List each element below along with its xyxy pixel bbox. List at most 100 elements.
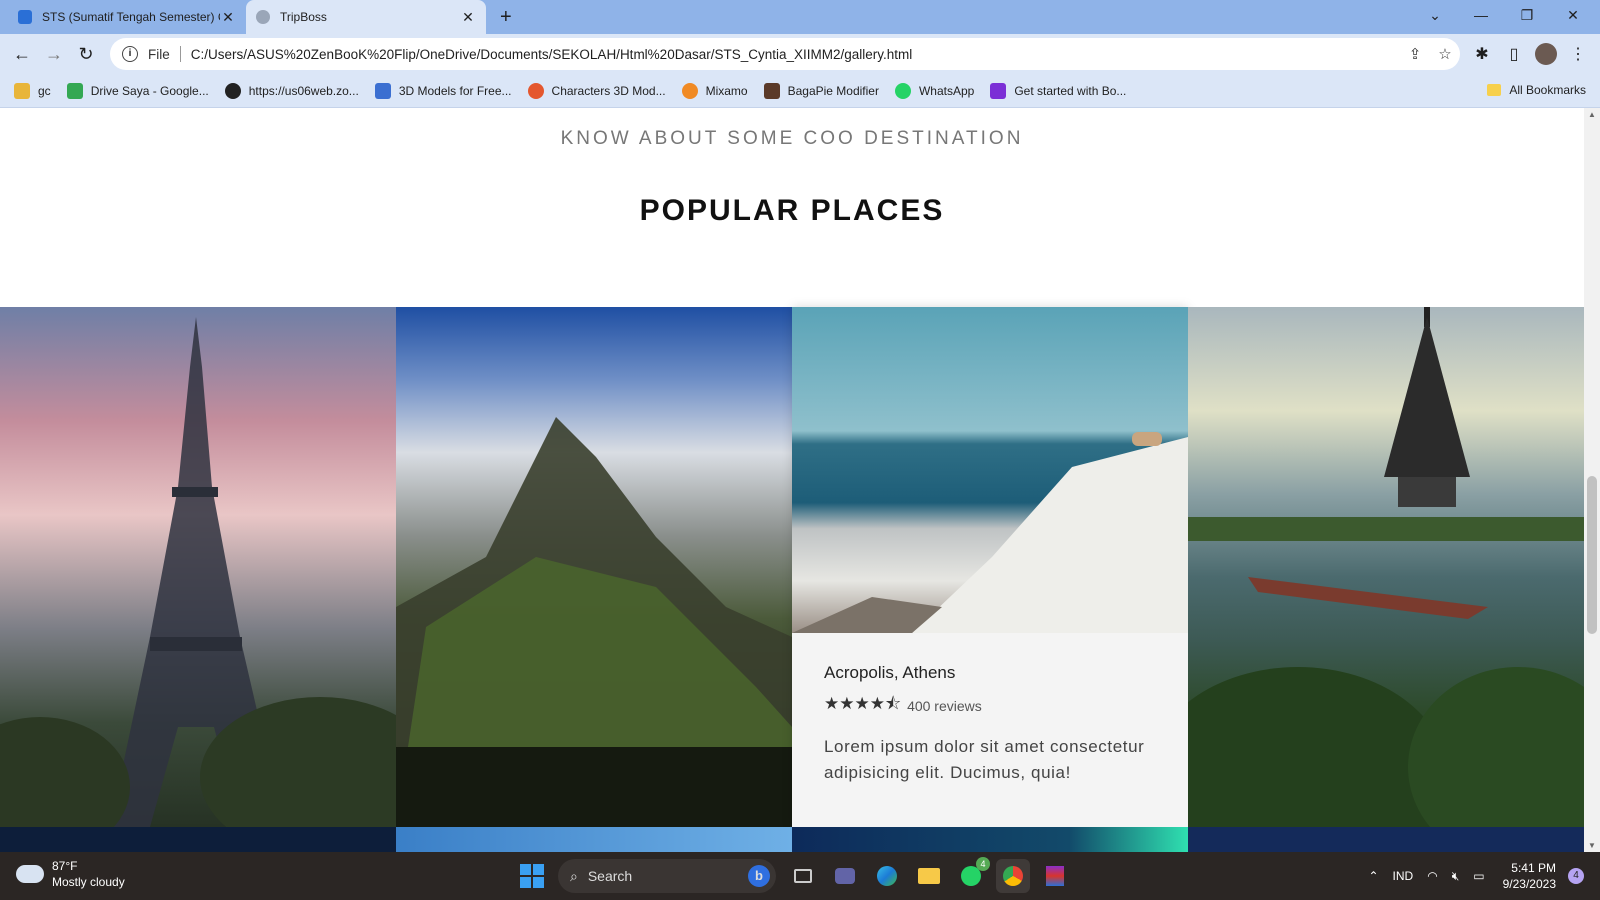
bookmark-item[interactable]: gc	[14, 82, 51, 99]
search-label: Search	[587, 868, 633, 884]
winrar-icon[interactable]	[1038, 859, 1072, 893]
tab-tripboss[interactable]: TripBoss ✕	[246, 0, 486, 34]
edge-icon[interactable]	[870, 859, 904, 893]
scroll-up-arrow-icon[interactable]: ▲	[1584, 110, 1600, 119]
bookmark-label: gc	[38, 83, 51, 98]
file-explorer-icon[interactable]	[912, 859, 946, 893]
info-icon[interactable]: i	[122, 46, 138, 62]
bookmarks-bar: gc Drive Saya - Google... https://us06we…	[0, 74, 1600, 108]
tab-title: STS (Sumatif Tengah Semester) C	[42, 10, 220, 24]
extensions-icon[interactable]: ✱	[1470, 42, 1494, 66]
time: 5:41 PM	[1511, 861, 1556, 875]
bookmark-label: Mixamo	[705, 83, 748, 98]
bookmark-label: BagaPie Modifier	[787, 83, 879, 98]
section-heading: POPULAR PLACES	[639, 194, 945, 227]
back-button[interactable]: ←	[8, 40, 36, 68]
forward-button[interactable]: →	[40, 40, 68, 68]
share-icon[interactable]: ⇪	[1400, 45, 1430, 63]
close-tab-icon[interactable]: ✕	[220, 9, 236, 26]
new-tab-button[interactable]: +	[500, 6, 512, 29]
language-indicator[interactable]: IND	[1393, 869, 1414, 883]
weather-widget[interactable]: 87°F Mostly cloudy	[14, 858, 125, 890]
bookmark-item[interactable]: BagaPie Modifier	[763, 82, 879, 99]
clock[interactable]: 5:41 PM 9/23/2023	[1503, 860, 1556, 892]
windows-start-icon[interactable]	[520, 864, 544, 888]
bookmark-icon	[14, 82, 30, 99]
bookmark-label: WhatsApp	[918, 83, 975, 98]
gallery-card-row2-3[interactable]	[792, 827, 1188, 852]
menu-icon[interactable]: ⋮	[1566, 42, 1590, 66]
chrome-icon[interactable]	[996, 859, 1030, 893]
windows-taskbar: 87°F Mostly cloudy ⌕ Search b 4 ⌃ IND ◠ …	[0, 852, 1600, 900]
place-info-card: Acropolis, Athens ★★★★⯪ 400 reviews Lore…	[792, 633, 1188, 827]
whatsapp-icon[interactable]: 4	[954, 857, 990, 893]
place-name: Acropolis, Athens	[824, 663, 956, 682]
close-tab-icon[interactable]: ✕	[460, 9, 476, 26]
classroom-icon	[18, 10, 32, 24]
notification-count[interactable]: 4	[1568, 868, 1584, 884]
bagapie-icon	[763, 82, 780, 99]
bookmark-label: Get started with Bo...	[1014, 83, 1127, 98]
taskbar-apps: ⌕ Search b 4	[520, 857, 1076, 894]
side-panel-icon[interactable]: ▯	[1502, 42, 1526, 66]
bookmark-label: Drive Saya - Google...	[90, 83, 209, 98]
gallery-card-bali[interactable]	[1188, 307, 1584, 827]
gallery-card-paris[interactable]	[0, 307, 396, 827]
cloudy-weather-icon	[14, 859, 44, 883]
bookmark-item[interactable]: Characters 3D Mod...	[527, 82, 666, 99]
wifi-icon[interactable]: ◠	[1427, 869, 1437, 883]
bookmark-item[interactable]: WhatsApp	[894, 82, 975, 99]
chevron-up-icon[interactable]: ⌃	[1368, 869, 1378, 883]
gallery-card-row2-2[interactable]	[396, 827, 792, 852]
gallery-card-acropolis[interactable]: Acropolis, Athens ★★★★⯪ 400 reviews Lore…	[792, 307, 1188, 827]
bookmark-item[interactable]: Drive Saya - Google...	[66, 82, 209, 99]
url-text[interactable]: C:/Users/ASUS%20ZenBooK%20Flip/OneDrive/…	[191, 47, 1400, 62]
bookmark-label: https://us06web.zo...	[248, 83, 359, 98]
drive-icon	[66, 82, 83, 99]
mountain-silhouette	[396, 417, 792, 827]
characters-icon	[527, 82, 544, 99]
restore-button[interactable]: ❐	[1504, 0, 1550, 30]
address-bar[interactable]: i File C:/Users/ASUS%20ZenBooK%20Flip/On…	[110, 38, 1460, 70]
tab-title: TripBoss	[280, 10, 327, 24]
eiffel-tower-silhouette	[0, 317, 396, 827]
reload-button[interactable]: ↻	[72, 40, 100, 68]
bookmark-item[interactable]: https://us06web.zo...	[224, 82, 359, 99]
scheme-label: File	[148, 46, 170, 62]
battery-icon[interactable]: ▭	[1473, 869, 1484, 883]
teams-meet-icon[interactable]	[828, 859, 862, 893]
village-silhouette	[792, 432, 1188, 633]
all-bookmarks-label: All Bookmarks	[1509, 83, 1586, 97]
folder-icon	[1487, 84, 1502, 96]
taskbar-search[interactable]: ⌕ Search b	[558, 859, 776, 893]
3d-models-icon	[374, 82, 391, 99]
section-kicker: KNOW ABOUT SOME COO DESTINATION	[560, 128, 1024, 149]
system-tray: ⌃ IND ◠ 🔇︎ ▭ 5:41 PM 9/23/2023 4	[1354, 858, 1584, 894]
date: 9/23/2023	[1502, 877, 1556, 891]
gallery-card-row2-4[interactable]	[1188, 827, 1584, 852]
bookmark-item[interactable]: Mixamo	[681, 82, 748, 99]
all-bookmarks[interactable]: All Bookmarks	[1487, 83, 1586, 97]
bookmark-label: Characters 3D Mod...	[551, 83, 666, 98]
minimize-button[interactable]: —	[1458, 0, 1504, 30]
bookmark-star-icon[interactable]: ☆	[1430, 45, 1460, 63]
tab-search-button[interactable]: ⌄	[1412, 0, 1458, 30]
scrollbar-thumb[interactable]	[1587, 476, 1597, 634]
volume-mute-icon[interactable]: 🔇︎	[1452, 869, 1460, 884]
profile-avatar[interactable]	[1534, 42, 1558, 66]
notification-badge: 4	[976, 857, 990, 871]
bing-icon[interactable]: b	[748, 865, 770, 887]
bootstrap-icon	[990, 82, 1007, 99]
gallery-card-machu-picchu[interactable]	[396, 307, 792, 827]
weather-desc: Mostly cloudy	[52, 875, 125, 889]
globe-icon	[256, 10, 270, 24]
weather-temp: 87°F	[52, 859, 78, 873]
close-window-button[interactable]: ✕	[1550, 0, 1596, 30]
task-view-icon[interactable]	[786, 859, 820, 893]
page-scrollbar[interactable]: ▲ ▼	[1584, 108, 1600, 852]
scroll-down-arrow-icon[interactable]: ▼	[1584, 841, 1600, 850]
bookmark-item[interactable]: 3D Models for Free...	[374, 82, 512, 99]
gallery-card-row2-1[interactable]	[0, 827, 396, 852]
bookmark-item[interactable]: Get started with Bo...	[990, 82, 1127, 99]
tab-sts[interactable]: STS (Sumatif Tengah Semester) C ✕	[8, 0, 246, 34]
